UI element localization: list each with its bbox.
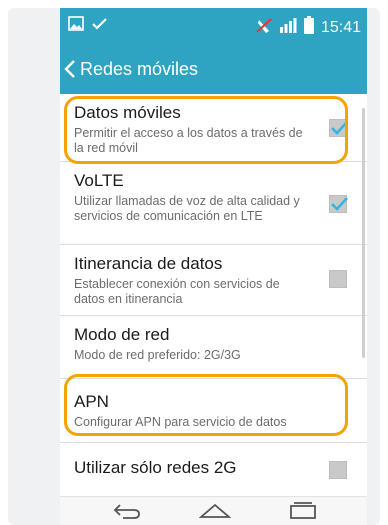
recents-icon[interactable] [288,501,318,525]
setting-subtitle: Establecer conexión con servicios de dat… [74,277,280,306]
battery-icon [303,16,314,39]
settings-list: Datos móviles Permitir el acceso a los d… [60,94,367,488]
volte-checkbox[interactable] [329,195,348,213]
home-icon[interactable] [198,501,232,525]
setting-title: Modo de red [74,325,170,344]
setting-title: Utilizar sólo redes 2G [74,458,237,477]
muted-vibrate-icon [256,17,272,39]
setting-data-roaming[interactable]: Itinerancia de datos Establecer conexión… [60,245,367,316]
signal-icon [279,17,297,38]
image-icon [68,16,84,36]
setting-subtitle: Modo de red preferido: 2G/3G [74,348,241,362]
scrollbar[interactable] [362,108,365,358]
setting-mobile-data[interactable]: Datos móviles Permitir el acceso a los d… [60,94,367,162]
setting-title: VoLTE [74,171,124,190]
chevron-left-icon[interactable] [62,59,78,79]
setting-title: APN [74,392,109,411]
navigation-bar [60,496,367,525]
2g-only-checkbox[interactable] [329,461,347,479]
check-icon [92,17,107,35]
setting-subtitle: Permitir el acceso a los datos a través … [74,126,303,155]
status-time: 15:41 [320,18,361,36]
setting-subtitle: Utilizar llamadas de voz de alta calidad… [74,194,300,223]
setting-volte[interactable]: VoLTE Utilizar llamadas de voz de alta c… [60,162,367,245]
mobile-data-checkbox[interactable] [329,119,348,137]
action-bar: Redes móviles [60,44,367,94]
page-title: Redes móviles [80,58,199,79]
phone-screen: 15:41 Redes móviles Datos móviles Permit… [60,8,367,525]
setting-title: Datos móviles [74,103,181,122]
status-bar: 15:41 [60,8,367,44]
setting-apn[interactable]: APN Configurar APN para servicio de dato… [60,379,367,443]
setting-subtitle: Configurar APN para servicio de datos [74,415,287,429]
back-icon[interactable] [112,501,142,525]
setting-title: Itinerancia de datos [74,254,223,273]
setting-2g-only[interactable]: Utilizar sólo redes 2G [60,443,367,488]
data-roaming-checkbox[interactable] [329,270,347,288]
setting-network-mode[interactable]: Modo de red Modo de red preferido: 2G/3G [60,316,367,379]
